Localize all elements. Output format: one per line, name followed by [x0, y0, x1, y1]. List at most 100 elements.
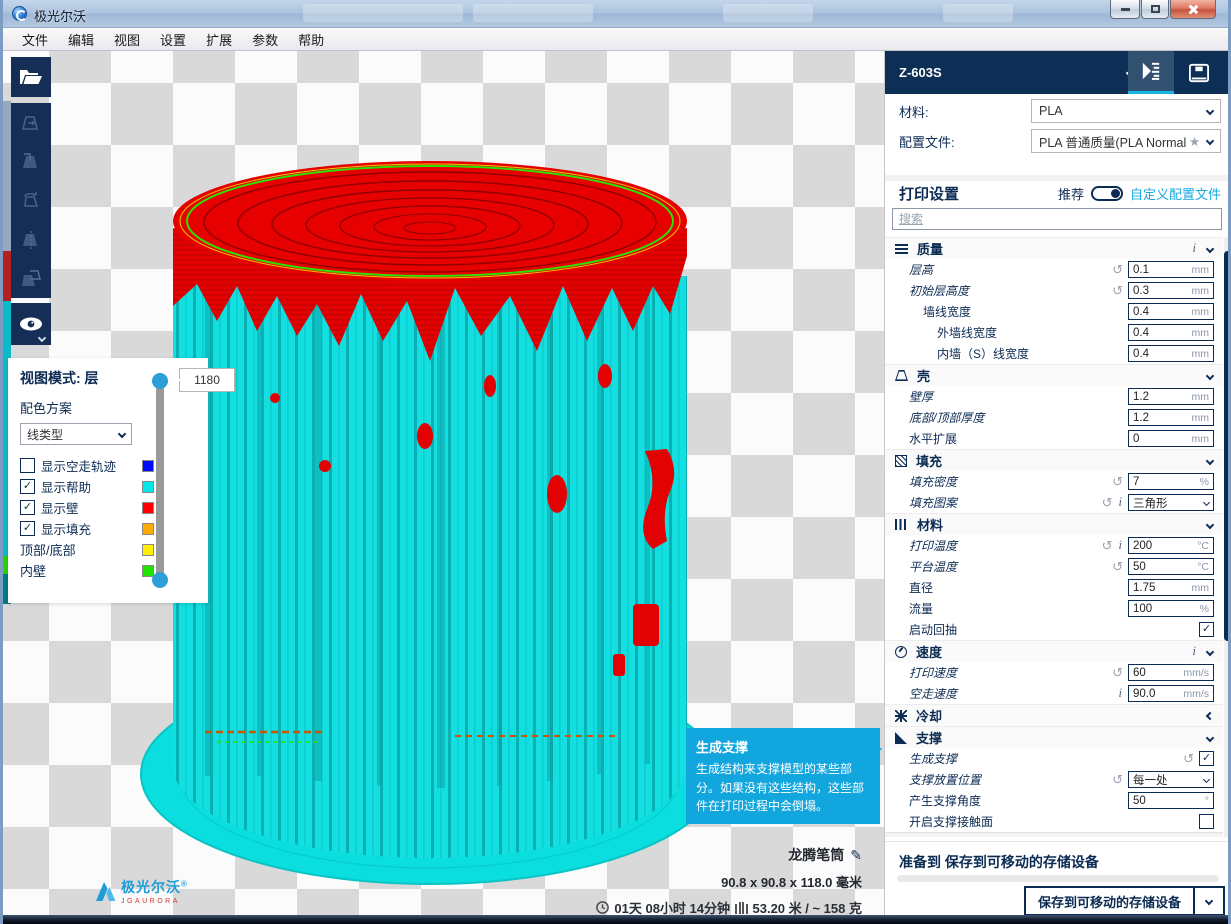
revert-icon[interactable]: ↺	[1183, 752, 1194, 765]
tooltip-title: 生成支撑	[696, 737, 870, 756]
revert-icon[interactable]: ↺	[1112, 284, 1123, 297]
save-options-dropdown-button[interactable]	[1195, 886, 1225, 916]
legend-row: 顶部/底部	[20, 539, 196, 560]
chevron-left-icon[interactable]	[1206, 711, 1214, 719]
settings-scrollbar[interactable]	[1224, 237, 1231, 837]
chevron-down-icon[interactable]	[1206, 244, 1214, 252]
mirror-tool-button[interactable]	[11, 220, 51, 259]
save-to-removable-button[interactable]: 保存到可移动的存储设备	[1024, 886, 1195, 916]
setting-row: 启动回抽✓	[885, 619, 1223, 640]
mirror-icon	[20, 229, 42, 251]
info-icon[interactable]: i	[1118, 538, 1123, 553]
legend-checkbox[interactable]	[20, 458, 35, 473]
section-header-shell[interactable]: 壳	[885, 364, 1223, 386]
maximize-button[interactable]	[1141, 0, 1169, 19]
rotate-tool-button[interactable]	[11, 181, 51, 220]
revert-icon[interactable]: ↺	[1112, 666, 1123, 679]
recommended-custom-toggle[interactable]	[1091, 186, 1123, 201]
view-mode-button[interactable]	[11, 303, 51, 345]
info-icon[interactable]: i	[1192, 241, 1197, 256]
setting-row: 填充密度↺7%	[885, 471, 1223, 492]
chevron-down-icon[interactable]	[1206, 520, 1214, 528]
section-header-speed[interactable]: 速度i	[885, 640, 1223, 662]
revert-icon[interactable]: ↺	[1102, 539, 1113, 552]
setting-select[interactable]: 三角形	[1128, 494, 1214, 511]
revert-icon[interactable]: ↺	[1112, 263, 1123, 276]
setting-select[interactable]: 每一处	[1128, 771, 1214, 788]
setting-label: 墙线宽度	[923, 303, 971, 320]
setting-checkbox[interactable]	[1199, 814, 1214, 829]
title-bar[interactable]: 极光尔沃	[3, 0, 1228, 28]
viewport-3d[interactable]: 视图模式: 层 配色方案 线类型 显示空走轨迹✓显示帮助✓显示壁✓显示填充顶部/…	[3, 51, 884, 915]
edit-name-icon[interactable]: ✎	[850, 847, 862, 863]
revert-icon[interactable]: ↺	[1102, 496, 1113, 509]
legend-checkbox[interactable]: ✓	[20, 500, 35, 515]
profile-select[interactable]: PLA 普通质量(PLA Normal Qua ★	[1031, 129, 1221, 153]
setting-input[interactable]: 90.0mm/s	[1128, 685, 1214, 702]
section-header-support[interactable]: 支撑	[885, 726, 1223, 748]
setting-input[interactable]: 0.4mm	[1128, 345, 1214, 362]
layer-legend: 显示空走轨迹✓显示帮助✓显示壁✓显示填充顶部/底部内壁	[20, 455, 208, 581]
legend-checkbox[interactable]: ✓	[20, 479, 35, 494]
revert-icon[interactable]: ↺	[1112, 475, 1123, 488]
minimize-button[interactable]	[1110, 0, 1140, 19]
material-select[interactable]: PLA	[1031, 99, 1221, 123]
menu-item[interactable]: 文件	[13, 28, 57, 51]
layer-slider-track[interactable]	[156, 379, 164, 583]
chevron-down-icon[interactable]	[1206, 371, 1214, 379]
setting-label: 空走速度	[909, 685, 957, 702]
info-icon[interactable]: i	[1118, 686, 1123, 701]
scrollbar-thumb[interactable]	[1224, 251, 1231, 641]
setting-input[interactable]: 0.4mm	[1128, 324, 1214, 341]
section-header-quality[interactable]: 质量i	[885, 237, 1223, 259]
setting-input[interactable]: 0.3mm	[1128, 282, 1214, 299]
close-button[interactable]	[1170, 0, 1216, 19]
menu-item[interactable]: 设置	[151, 28, 195, 51]
info-icon[interactable]: i	[1118, 495, 1123, 510]
chevron-down-icon[interactable]	[1206, 733, 1214, 741]
tab-monitor[interactable]	[1176, 51, 1222, 94]
per-model-settings-button[interactable]	[11, 259, 51, 298]
sliced-model-render[interactable]	[125, 136, 725, 896]
menu-item[interactable]: 参数	[243, 28, 287, 51]
setting-input[interactable]: 50°	[1128, 792, 1214, 809]
setting-checkbox[interactable]: ✓	[1199, 751, 1214, 766]
menu-item[interactable]: 扩展	[197, 28, 241, 51]
info-icon[interactable]: i	[1192, 644, 1197, 659]
setting-input[interactable]: 60mm/s	[1128, 664, 1214, 681]
setting-input[interactable]: 1.75mm	[1128, 579, 1214, 596]
tab-prepare-slice[interactable]	[1128, 51, 1174, 94]
open-file-button[interactable]	[11, 57, 51, 97]
setting-input[interactable]: 200°C	[1128, 537, 1214, 554]
legend-checkbox[interactable]: ✓	[20, 521, 35, 536]
setting-input[interactable]: 1.2mm	[1128, 388, 1214, 405]
settings-search-input[interactable]	[892, 208, 1222, 230]
layer-slider-top-handle[interactable]	[152, 373, 168, 389]
setting-input[interactable]: 1.2mm	[1128, 409, 1214, 426]
setting-input[interactable]: 100%	[1128, 600, 1214, 617]
setting-input[interactable]: 0.1mm	[1128, 261, 1214, 278]
chevron-down-icon[interactable]	[1206, 456, 1214, 464]
menu-item[interactable]: 视图	[105, 28, 149, 51]
custom-profile-link[interactable]: 自定义配置文件	[1130, 184, 1221, 203]
setting-unit: mm	[1192, 412, 1210, 424]
layer-slider[interactable]	[153, 371, 167, 591]
chevron-down-icon[interactable]	[1206, 647, 1214, 655]
menu-item[interactable]: 帮助	[289, 28, 333, 51]
titlebar-glass-artifact	[723, 4, 813, 22]
setting-input[interactable]: 0.4mm	[1128, 303, 1214, 320]
section-header-material[interactable]: 材料	[885, 513, 1223, 535]
color-scheme-select[interactable]: 线类型	[20, 423, 132, 445]
setting-checkbox[interactable]: ✓	[1199, 622, 1214, 637]
section-header-infill[interactable]: 填充	[885, 449, 1223, 471]
revert-icon[interactable]: ↺	[1112, 560, 1123, 573]
revert-icon[interactable]: ↺	[1112, 773, 1123, 786]
scale-tool-button[interactable]	[11, 142, 51, 181]
setting-input[interactable]: 7%	[1128, 473, 1214, 490]
move-tool-button[interactable]	[11, 103, 51, 142]
menu-item[interactable]: 编辑	[59, 28, 103, 51]
layer-slider-bottom-handle[interactable]	[152, 572, 168, 588]
setting-input[interactable]: 50°C	[1128, 558, 1214, 575]
section-header-cooling[interactable]: 冷却	[885, 704, 1223, 726]
setting-input[interactable]: 0mm	[1128, 430, 1214, 447]
